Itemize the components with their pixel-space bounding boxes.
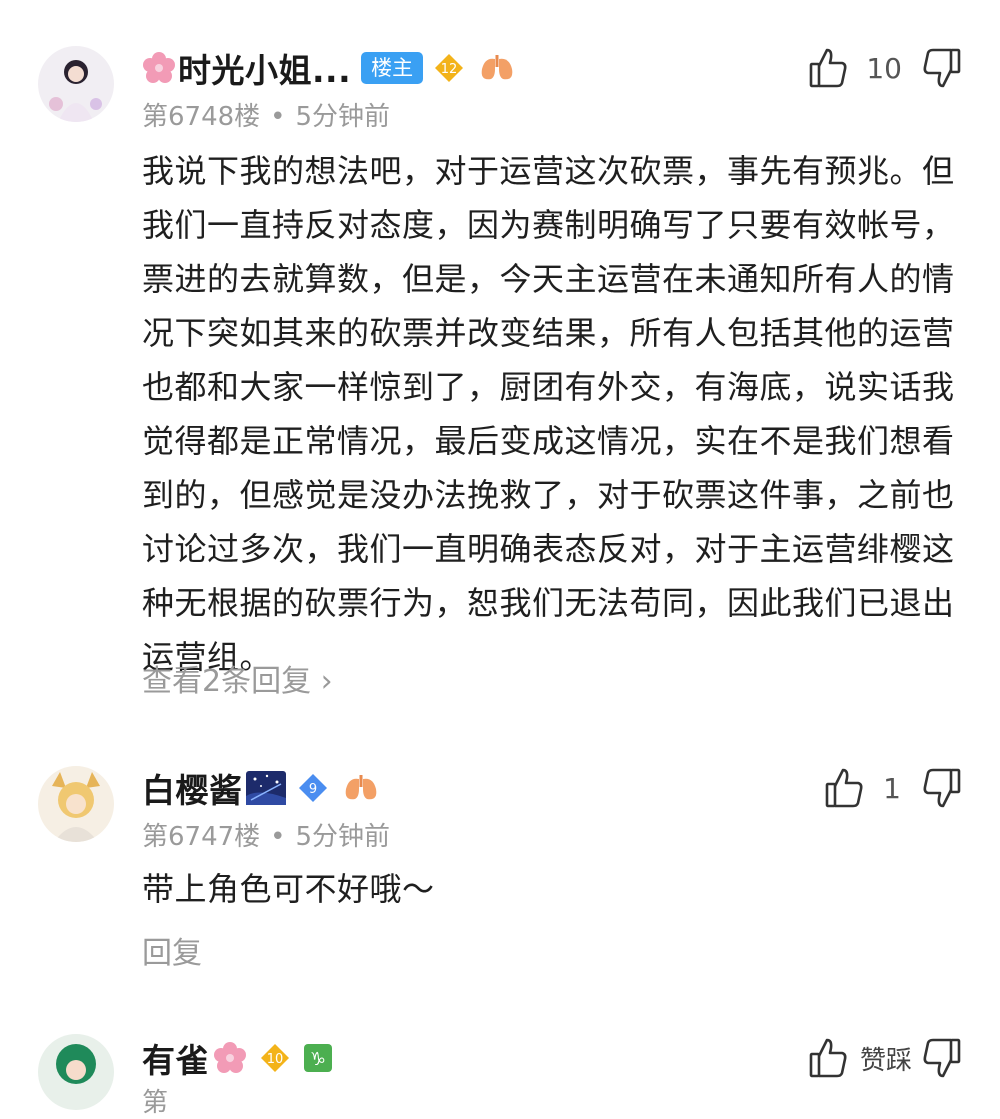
timestamp: 5分钟前: [295, 102, 391, 132]
lung-icon: [343, 773, 379, 803]
thumb-down-icon[interactable]: [922, 766, 962, 810]
cherry-blossom-icon: [213, 1041, 247, 1075]
avatar[interactable]: [38, 1034, 114, 1110]
level-number: 12: [441, 62, 458, 77]
comment-text: 我说下我的想法吧，对于运营这次砍票，事先有预兆。但我们一直持反对态度，因为赛制明…: [142, 152, 955, 676]
thumb-up-icon[interactable]: [824, 766, 864, 810]
night-sky-icon: [245, 770, 287, 806]
name-row: 时光小姐... 楼主 12: [142, 44, 515, 92]
comment-meta: 第6748楼 • 5分钟前: [142, 102, 391, 132]
cherry-blossom-icon: [142, 51, 176, 85]
timestamp: 5分钟前: [295, 822, 391, 852]
svg-text:♑: ♑: [310, 1049, 326, 1070]
username[interactable]: 白樱酱: [142, 764, 243, 812]
level-badge-icon: 12: [433, 52, 465, 84]
comment-actions: 10: [808, 44, 962, 92]
thumb-up-icon[interactable]: [808, 46, 848, 90]
level-badge-icon: 9: [297, 772, 329, 804]
level-number: 10: [267, 1052, 284, 1067]
name-row: 有雀 10 ♑: [142, 1034, 333, 1082]
username[interactable]: 时光小姐...: [178, 44, 351, 92]
thumb-up-icon[interactable]: [808, 1036, 848, 1080]
view-replies-link[interactable]: 查看2条回复 ›: [142, 656, 333, 700]
comment-meta: 第: [142, 1082, 168, 1119]
zodiac-capricorn-icon: ♑: [303, 1043, 333, 1073]
comment-text: 带上角色可不好哦～: [142, 870, 435, 908]
like-count: 10: [866, 51, 902, 85]
lung-icon: [479, 53, 515, 83]
thumb-down-icon[interactable]: [922, 46, 962, 90]
comment-meta: 第6747楼 • 5分钟前: [142, 822, 391, 852]
floor-number: 第6747楼: [142, 822, 261, 852]
reply-link[interactable]: 回复: [142, 928, 202, 972]
avatar[interactable]: [38, 766, 114, 842]
comment-actions: 1: [824, 764, 962, 812]
floor-number: 第6748楼: [142, 102, 261, 132]
like-count: 1: [883, 771, 901, 805]
username[interactable]: 有雀: [142, 1034, 209, 1082]
thumb-down-icon[interactable]: [922, 1036, 962, 1080]
comment-actions: 赞踩: [808, 1034, 962, 1082]
level-number: 9: [308, 782, 316, 797]
like-dislike-label: 赞踩: [859, 1045, 912, 1076]
owner-badge: 楼主: [361, 52, 424, 84]
avatar[interactable]: [38, 46, 114, 122]
floor-number: 第: [142, 1088, 169, 1118]
name-row: 白樱酱 9: [142, 764, 379, 812]
level-badge-icon: 10: [259, 1042, 291, 1074]
